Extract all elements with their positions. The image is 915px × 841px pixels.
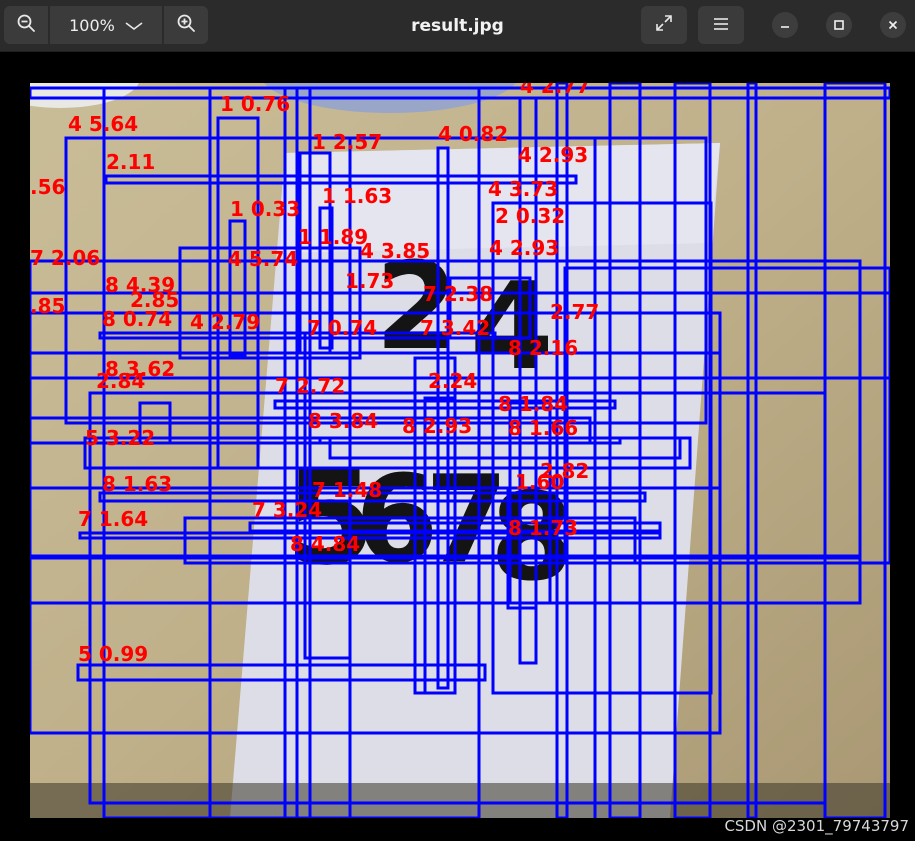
detection-label: 2 0.32: [495, 204, 565, 228]
detection-label: 7 3.24: [252, 498, 322, 522]
detection-label: 4 3.85: [360, 239, 430, 263]
detection-label: 7 2.38: [423, 282, 493, 306]
detection-label: 5 0.99: [78, 642, 148, 666]
maximize-button[interactable]: [826, 12, 852, 38]
detection-label: 4 2.93: [489, 236, 559, 260]
detection-label: 7 3.42: [420, 316, 490, 340]
fullscreen-icon: [655, 14, 673, 36]
detection-label: 8 1.66: [508, 416, 578, 440]
detection-label: 4 2.79: [190, 310, 260, 334]
main-menu-button[interactable]: [698, 6, 744, 44]
minimize-icon: [779, 16, 791, 35]
detection-label: 8 4.84: [290, 532, 360, 556]
title-bar: 100% result.jpg: [0, 0, 915, 52]
detection-label: 1 1.63: [322, 184, 392, 208]
detection-label: 4 2.93: [518, 143, 588, 167]
zoom-in-button[interactable]: [164, 6, 208, 44]
detection-label: 1 0.33: [230, 197, 300, 221]
detection-label: 8 2.93: [402, 414, 472, 438]
detection-label: 8 2.16: [508, 336, 578, 360]
zoom-in-icon: [176, 13, 196, 37]
detection-label: .56: [30, 175, 65, 199]
detection-label: 2.24: [428, 369, 477, 393]
detection-label: 4 5.74: [228, 247, 298, 271]
result-image: 2 4 5 6 7 8 4 5.64 1 0.76 1 2.57 4 0.82 …: [30, 83, 890, 818]
detection-label: 7 0.74: [307, 316, 377, 340]
detection-result-canvas: 2 4 5 6 7 8 4 5.64 1 0.76 1 2.57 4 0.82 …: [30, 83, 890, 818]
detection-label: 1 2.57: [312, 130, 382, 154]
detection-label: 1 0.76: [220, 92, 290, 116]
detection-label: 8 3.84: [308, 409, 378, 433]
detection-label: 1.60: [515, 470, 564, 494]
chevron-down-icon: [125, 16, 143, 35]
detection-label: 7 2.72: [275, 374, 345, 398]
watermark: CSDN @2301_79743797: [724, 817, 909, 835]
fullscreen-button[interactable]: [641, 6, 687, 44]
zoom-level-value: 100%: [69, 15, 115, 35]
zoom-controls: 100%: [4, 6, 208, 44]
zoom-out-button[interactable]: [4, 6, 48, 44]
detection-label: 4 3.73: [488, 177, 558, 201]
detection-label: .85: [30, 294, 65, 318]
hamburger-menu-icon: [712, 16, 730, 35]
detection-label: 7 1.64: [78, 507, 148, 531]
detection-label: 7 2.06: [30, 246, 100, 270]
detection-label: 5 3.22: [85, 426, 155, 450]
detection-label: 8 0.74: [102, 307, 172, 331]
detection-label: 4 2.77: [520, 83, 590, 98]
detection-label: 2.84: [96, 369, 145, 393]
detection-label: 8 1.84: [498, 392, 568, 416]
detection-label: 7 1.48: [312, 478, 382, 502]
zoom-out-icon: [16, 13, 36, 37]
detection-label: 4 5.64: [68, 112, 138, 136]
close-icon: [887, 16, 899, 35]
minimize-button[interactable]: [772, 12, 798, 38]
detection-label: 8 1.73: [508, 516, 578, 540]
detection-label: 2.11: [106, 150, 155, 174]
detection-label: 4 0.82: [438, 122, 508, 146]
close-button[interactable]: [880, 12, 906, 38]
maximize-icon: [833, 16, 845, 35]
zoom-level-dropdown[interactable]: 100%: [50, 6, 162, 44]
detection-label: 1.73: [345, 269, 394, 293]
detection-label: 8 1.63: [102, 472, 172, 496]
detection-label: 1 1.89: [298, 225, 368, 249]
detection-label: 2.77: [550, 300, 599, 324]
